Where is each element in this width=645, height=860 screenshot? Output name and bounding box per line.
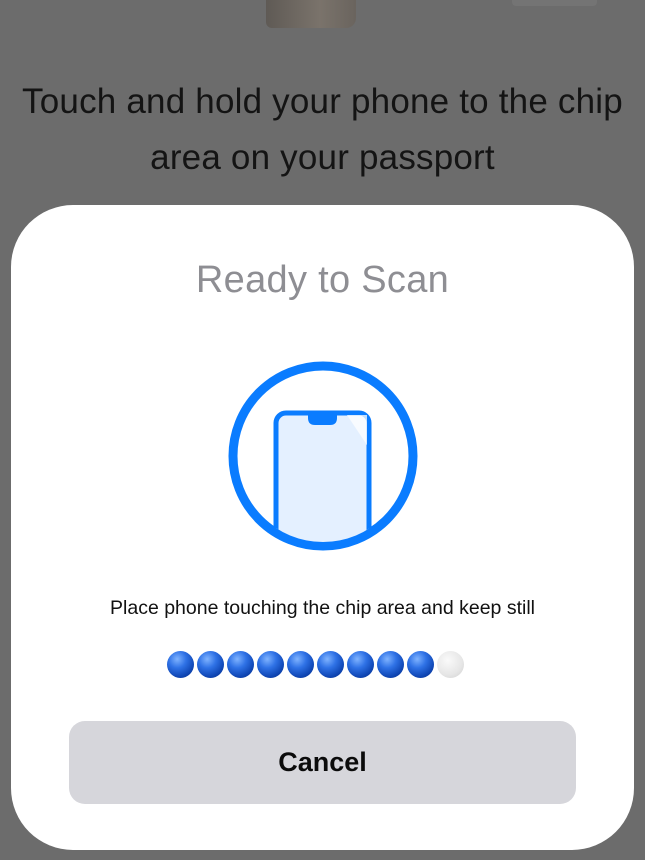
phone-scan-icon (226, 359, 420, 553)
top-right-control (512, 0, 597, 6)
progress-dot-filled (197, 651, 224, 678)
progress-dot-filled (407, 651, 434, 678)
sheet-title: Ready to Scan (195, 259, 450, 301)
progress-dot-filled (377, 651, 404, 678)
progress-dot-filled (257, 651, 284, 678)
passport-illustration (266, 0, 356, 28)
scan-sheet: Ready to Scan Place phone touching the c… (11, 205, 634, 850)
progress-dot-empty (437, 651, 464, 678)
progress-dot-filled (287, 651, 314, 678)
progress-dot-filled (167, 651, 194, 678)
progress-dot-filled (347, 651, 374, 678)
scan-instruction: Place phone touching the chip area and k… (110, 597, 535, 619)
background-instruction: Touch and hold your phone to the chip ar… (22, 82, 623, 177)
progress-dot-filled (317, 651, 344, 678)
progress-dot-filled (227, 651, 254, 678)
cancel-button[interactable]: Cancel (69, 721, 576, 804)
progress-indicator (167, 651, 464, 679)
